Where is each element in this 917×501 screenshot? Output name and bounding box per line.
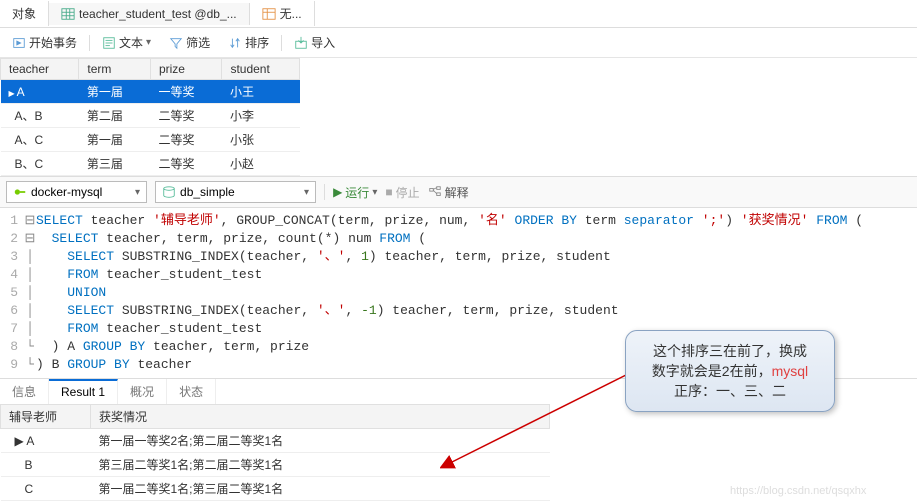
filter-icon [169, 36, 183, 50]
col-awards[interactable]: 获奖情况 [91, 405, 550, 429]
result-grid[interactable]: 辅导老师 获奖情况 ▶ A第一届一等奖2名;第二届二等奖1名 B第三届二等奖1名… [0, 404, 550, 501]
tab-untitled[interactable]: 无... [250, 1, 315, 26]
text-icon [102, 36, 116, 50]
col-prize[interactable]: prize [150, 59, 222, 80]
sort-icon [228, 36, 242, 50]
table-row[interactable]: A第一届一等奖小王 [1, 80, 300, 104]
tab-objects[interactable]: 对象 [0, 1, 49, 26]
import-button[interactable]: 导入 [288, 32, 341, 53]
plug-icon [13, 185, 27, 199]
annotation-callout: 这个排序三在前了，换成 数字就会是2在前，mysql 正序：一、三、二 [625, 330, 835, 412]
toolbar: 开始事务 文本 ▾ 筛选 排序 导入 [0, 28, 917, 58]
table-row[interactable]: C第一届二等奖1名;第三届二等奖1名 [1, 477, 550, 501]
table-icon [61, 7, 75, 21]
table-icon [262, 7, 276, 21]
import-icon [294, 36, 308, 50]
filter-button[interactable]: 筛选 [163, 32, 216, 53]
explain-icon [428, 185, 442, 199]
connection-bar: ▾ ▾ ▶ 运行 ▾ ■ 停止 解释 [0, 176, 917, 208]
col-tutor[interactable]: 辅导老师 [1, 405, 91, 429]
tab-info[interactable]: 信息 [0, 379, 49, 404]
table-row[interactable]: A、B第二届二等奖小李 [1, 104, 300, 128]
sort-button[interactable]: 排序 [222, 32, 275, 53]
watermark: https://blog.csdn.net/qsqxhx [730, 485, 866, 497]
tab-status[interactable]: 状态 [167, 379, 216, 404]
database-select[interactable]: ▾ [155, 181, 316, 203]
tab-teacher-student-test[interactable]: teacher_student_test @db_... [49, 3, 250, 25]
explain-button[interactable]: 解释 [428, 184, 469, 201]
database-icon [162, 185, 176, 199]
col-student[interactable]: student [222, 59, 300, 80]
run-button[interactable]: ▶ 运行 ▾ [333, 184, 377, 201]
table-row[interactable]: ▶ A第一届一等奖2名;第二届二等奖1名 [1, 429, 550, 453]
top-tab-bar: 对象 teacher_student_test @db_... 无... [0, 0, 917, 28]
data-grid[interactable]: teacher term prize student A第一届一等奖小王 A、B… [0, 58, 300, 176]
server-select[interactable]: ▾ [6, 181, 147, 203]
col-term[interactable]: term [79, 59, 151, 80]
col-teacher[interactable]: teacher [1, 59, 79, 80]
table-row[interactable]: B、C第三届二等奖小赵 [1, 152, 300, 176]
stop-button: ■ 停止 [385, 184, 419, 201]
tab-result-1[interactable]: Result 1 [49, 379, 118, 404]
table-row[interactable]: A、C第一届二等奖小张 [1, 128, 300, 152]
table-row[interactable]: B第三届二等奖1名;第二届二等奖1名 [1, 453, 550, 477]
begin-transaction-button[interactable]: 开始事务 [6, 32, 83, 53]
tab-profile[interactable]: 概况 [118, 379, 167, 404]
begin-icon [12, 36, 26, 50]
text-button[interactable]: 文本 ▾ [96, 32, 157, 53]
